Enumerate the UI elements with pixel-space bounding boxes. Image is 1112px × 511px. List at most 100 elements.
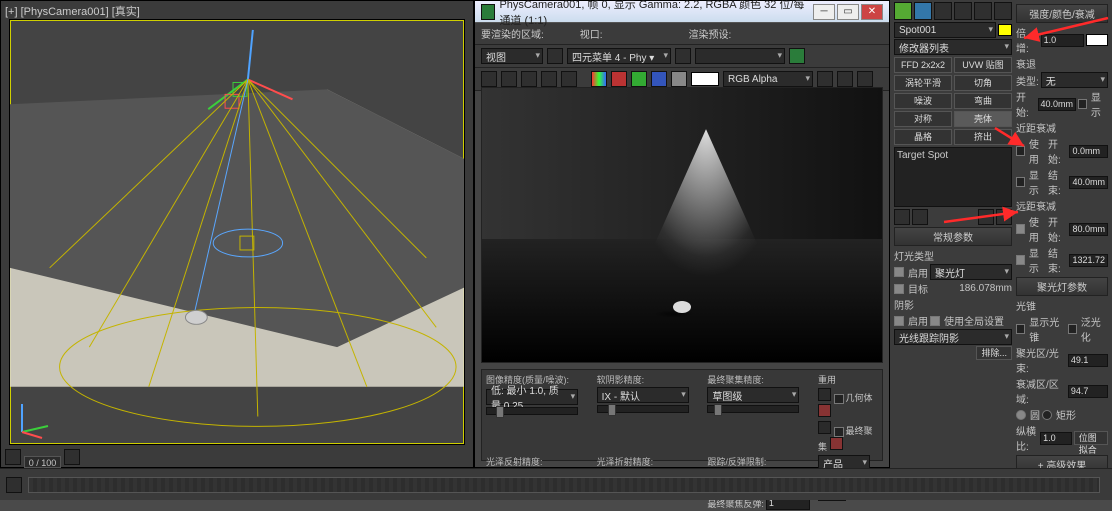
timeline-config-icon[interactable] <box>6 477 22 493</box>
overshoot-checkbox[interactable] <box>1068 324 1077 334</box>
soft-shadow-value[interactable]: IX - 默认 <box>597 387 689 403</box>
shadow-enable-checkbox[interactable] <box>894 316 904 326</box>
motion-tab-icon[interactable] <box>954 2 972 20</box>
mod-ffd[interactable]: FFD 2x2x2 <box>894 57 952 73</box>
mod-extr[interactable]: 挤出 <box>954 129 1012 145</box>
decay-start-spin[interactable]: 40.0mm <box>1038 98 1077 111</box>
geom-checkbox[interactable] <box>834 394 844 404</box>
preset-dropdown[interactable] <box>695 48 785 64</box>
window-max-button[interactable]: ▭ <box>837 4 859 20</box>
toggle-icon[interactable] <box>857 71 873 87</box>
window-close-button[interactable]: ✕ <box>861 4 883 20</box>
stack-config-icon[interactable] <box>978 209 994 225</box>
near-show-checkbox[interactable] <box>1016 177 1025 187</box>
far-end-spin[interactable]: 1321.72 <box>1069 254 1108 267</box>
save-icon[interactable] <box>481 71 497 87</box>
g-channel-icon[interactable] <box>631 71 647 87</box>
fg-swatch[interactable] <box>691 72 719 86</box>
viewport-panel[interactable]: [+] [PhysCamera001] [真实] <box>0 0 474 468</box>
img-precision-slider[interactable] <box>486 407 578 415</box>
hotspot-spin[interactable]: 49.1 <box>1068 354 1108 367</box>
mod-bend[interactable]: 弯曲 <box>954 93 1012 109</box>
far-use-checkbox[interactable] <box>1016 224 1025 234</box>
section-general[interactable]: 常规参数 <box>894 227 1012 246</box>
mod-noise[interactable]: 噪波 <box>894 93 952 109</box>
viewport-canvas[interactable] <box>9 19 465 445</box>
lock-icon[interactable] <box>675 48 691 64</box>
stack-del-icon[interactable] <box>996 209 1012 225</box>
mod-turbo[interactable]: 涡轮平滑 <box>894 75 952 91</box>
light-color-swatch[interactable] <box>1086 34 1108 46</box>
clear-icon[interactable] <box>561 71 577 87</box>
decay-show-checkbox[interactable] <box>1078 99 1087 109</box>
alpha-icon[interactable] <box>671 71 687 87</box>
display-icon[interactable] <box>817 71 833 87</box>
target-checkbox[interactable] <box>894 284 904 294</box>
near-end-spin[interactable]: 40.0mm <box>1069 176 1108 189</box>
next-key-icon[interactable] <box>64 449 80 465</box>
print-icon[interactable] <box>541 71 557 87</box>
rgb-icon[interactable] <box>591 71 607 87</box>
aspect-spin[interactable]: 1.0 <box>1040 432 1072 445</box>
channel-dropdown[interactable]: RGB Alpha <box>723 71 813 87</box>
clone-icon[interactable] <box>521 71 537 87</box>
mod-shell[interactable]: 壳体 <box>954 111 1012 127</box>
rect-radio[interactable] <box>1042 410 1052 420</box>
modifier-stack[interactable]: Target Spot <box>894 147 1012 207</box>
circle-radio[interactable] <box>1016 410 1026 420</box>
utilities-tab-icon[interactable] <box>994 2 1012 20</box>
render-canvas[interactable] <box>481 87 883 363</box>
img-precision-value[interactable]: 低: 最小 1.0, 质量 0.25 <box>486 389 578 405</box>
object-name-field[interactable]: Spot001 <box>894 22 996 38</box>
mod-sym[interactable]: 对称 <box>894 111 952 127</box>
geom-clear-icon[interactable] <box>818 404 831 417</box>
overlay-icon[interactable] <box>837 71 853 87</box>
modifier-list-dropdown[interactable]: 修改器列表 <box>894 39 1012 55</box>
hierarchy-tab-icon[interactable] <box>934 2 952 20</box>
time-slider[interactable] <box>28 477 1100 493</box>
mod-bevel[interactable]: 切角 <box>954 75 1012 91</box>
b-channel-icon[interactable] <box>651 71 667 87</box>
far-start-spin[interactable]: 80.0mm <box>1069 223 1108 236</box>
stack-item[interactable]: Target Spot <box>897 150 948 161</box>
fg-checkbox[interactable] <box>834 427 844 437</box>
multiplier-spin[interactable]: 1.0 <box>1041 34 1085 47</box>
lock-fg-icon[interactable] <box>818 421 831 434</box>
shadow-type-dropdown[interactable]: 光线跟踪阴影 <box>894 329 1012 345</box>
section-intensity[interactable]: 强度/颜色/衰减 <box>1016 4 1108 23</box>
fg-clear-icon[interactable] <box>830 437 843 450</box>
exclude-button[interactable]: 排除... <box>976 346 1012 360</box>
display-tab-icon[interactable] <box>974 2 992 20</box>
near-use-checkbox[interactable] <box>1016 146 1025 156</box>
bitmap-fit-button[interactable]: 位图拟合 <box>1074 431 1108 445</box>
r-channel-icon[interactable] <box>611 71 627 87</box>
stack-pin-icon[interactable] <box>894 209 910 225</box>
decay-type-dropdown[interactable]: 无 <box>1041 72 1108 88</box>
global-checkbox[interactable] <box>930 316 940 326</box>
window-min-button[interactable]: ─ <box>813 4 835 20</box>
create-tab-icon[interactable] <box>894 2 912 20</box>
fg-precision-slider[interactable] <box>707 405 799 413</box>
mod-melt[interactable]: 晶格 <box>894 129 952 145</box>
region-icon[interactable] <box>547 48 563 64</box>
modify-tab-icon[interactable] <box>914 2 932 20</box>
light-type-dropdown[interactable]: 聚光灯 <box>930 264 1012 280</box>
light-enable-checkbox[interactable] <box>894 267 904 277</box>
stack-show-icon[interactable] <box>912 209 928 225</box>
area-dropdown[interactable]: 视图 <box>481 48 543 64</box>
viewport-dropdown[interactable]: 四元菜单 4 - Phy ▾ <box>567 48 671 64</box>
near-start-spin[interactable]: 0.0mm <box>1069 145 1108 158</box>
object-color-swatch[interactable] <box>998 24 1012 36</box>
section-spotlight[interactable]: 聚光灯参数 <box>1016 277 1108 296</box>
far-show-checkbox[interactable] <box>1016 255 1025 265</box>
copy-icon[interactable] <box>501 71 517 87</box>
section-advanced[interactable]: + 高级效果 <box>1016 455 1108 468</box>
soft-shadow-slider[interactable] <box>597 405 689 413</box>
falloff-spin[interactable]: 94.7 <box>1068 385 1108 398</box>
show-cone-checkbox[interactable] <box>1016 324 1025 334</box>
render-button[interactable] <box>789 48 805 64</box>
mod-uvw[interactable]: UVW 贴图 <box>954 57 1012 73</box>
lock-geom-icon[interactable] <box>818 388 831 401</box>
prev-key-icon[interactable] <box>5 449 21 465</box>
fg-precision-value[interactable]: 草图级 <box>707 387 799 403</box>
